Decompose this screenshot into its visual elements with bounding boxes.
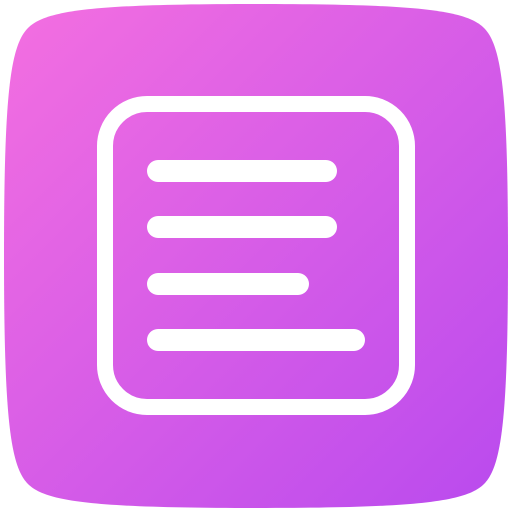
icon-background <box>4 4 508 508</box>
app-icon[interactable] <box>0 0 512 512</box>
app-icon-graphic <box>4 4 508 508</box>
